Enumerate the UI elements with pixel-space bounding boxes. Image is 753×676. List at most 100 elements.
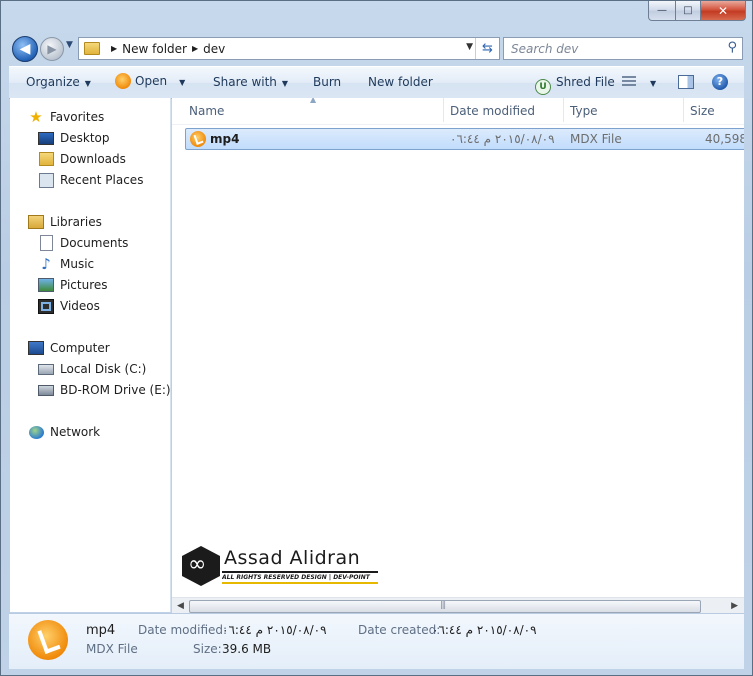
- local-disk-icon-wrap: [38, 361, 54, 377]
- shred-icon: U: [535, 79, 551, 95]
- grip-icon: |||: [440, 600, 446, 609]
- star-icon: ★: [29, 108, 43, 126]
- details-size: 39.6 MB: [222, 642, 272, 656]
- change-view-button[interactable]: ▼: [622, 75, 656, 89]
- videos-icon: [38, 298, 54, 314]
- help-icon: ?: [712, 74, 728, 90]
- chevron-down-icon: ▼: [66, 40, 73, 50]
- open-button[interactable]: Open ▼: [115, 73, 185, 89]
- file-list-pane: ▲ Name Date modified Type Size mp4 ٢٠١٥/…: [172, 98, 744, 612]
- preview-pane-icon: [678, 75, 694, 89]
- documents-icon-wrap: [38, 235, 54, 251]
- chevron-down-icon[interactable]: ▼: [179, 78, 185, 87]
- caption-buttons: — □ ✕: [648, 1, 746, 21]
- documents-icon: [39, 235, 53, 251]
- scroll-left-icon[interactable]: ◀: [177, 601, 184, 611]
- network-icon-wrap: [28, 424, 44, 440]
- details-date-created: ٢٠١٥/٠٨/٠٩ م ٠٦:٤٤: [432, 623, 537, 637]
- details-date-created-label: Date created:: [358, 623, 441, 637]
- help-button[interactable]: ?: [712, 74, 728, 90]
- breadcrumb-new-folder[interactable]: New folder: [122, 42, 187, 56]
- search-box[interactable]: Search dev ⚲: [503, 37, 743, 60]
- chevron-down-icon: ▼: [84, 79, 91, 88]
- maximize-button[interactable]: □: [676, 1, 701, 21]
- horizontal-scrollbar[interactable]: ◀ ||| ▶: [172, 597, 744, 614]
- details-date-modified-label: Date modified:: [138, 623, 228, 637]
- navigation-pane: ★ Favorites Desktop Downloads Recent Plac…: [10, 98, 171, 612]
- search-input[interactable]: Search dev: [511, 42, 578, 56]
- details-size-label: Size:: [193, 642, 222, 656]
- nav-item-documents[interactable]: Documents: [38, 233, 128, 253]
- nav-item-music[interactable]: ♪ Music: [38, 254, 94, 274]
- recent-pages-dropdown[interactable]: ▼: [66, 40, 73, 50]
- nav-item-recent-places[interactable]: Recent Places: [38, 170, 143, 190]
- nav-item-videos[interactable]: Videos: [38, 296, 100, 316]
- column-size[interactable]: Size: [690, 104, 715, 118]
- column-divider[interactable]: [683, 98, 684, 122]
- arrow-right-icon: ▶: [47, 42, 57, 56]
- nav-item-network[interactable]: Network: [28, 422, 100, 442]
- desktop-icon: [38, 131, 54, 145]
- navigation-bar: ◀ ▶ ▼ ▶ New folder ▶ dev ▼ ⇆ Search dev …: [9, 34, 744, 62]
- refresh-icon[interactable]: ⇆: [475, 38, 499, 59]
- scrollbar-thumb[interactable]: |||: [189, 600, 701, 613]
- nav-item-local-disk[interactable]: Local Disk (C:): [38, 359, 146, 379]
- column-name[interactable]: Name: [189, 104, 224, 118]
- vlc-file-icon: [190, 131, 206, 147]
- bd-rom-icon-wrap: [38, 382, 54, 398]
- organize-menu[interactable]: Organize ▼: [26, 75, 91, 89]
- vlc-icon: [115, 73, 131, 89]
- address-bar[interactable]: ▶ New folder ▶ dev ▼ ⇆: [78, 37, 500, 60]
- breadcrumb-separator-icon[interactable]: ▶: [111, 44, 117, 53]
- nav-item-bd-rom[interactable]: BD-ROM Drive (E:) ES: [38, 380, 170, 400]
- hard-disk-icon: [38, 363, 54, 375]
- column-date-modified[interactable]: Date modified: [450, 104, 535, 118]
- burn-button[interactable]: Burn: [313, 75, 341, 89]
- recent-places-icon: [38, 172, 54, 188]
- chevron-down-icon[interactable]: ▼: [650, 79, 656, 88]
- watermark-tagline: ALL RIGHTS RESERVED DESIGN | DEV-POINT: [222, 571, 378, 584]
- recent-places-icon-wrap: [38, 172, 54, 188]
- forward-button[interactable]: ▶: [40, 37, 64, 61]
- sort-ascending-icon: ▲: [310, 98, 317, 104]
- column-divider[interactable]: [563, 98, 564, 122]
- downloads-icon: [38, 152, 54, 166]
- preview-pane-button[interactable]: [678, 75, 694, 90]
- breadcrumb-dev[interactable]: dev: [203, 42, 225, 56]
- folder-icon: [84, 42, 100, 55]
- nav-item-libraries[interactable]: Libraries: [28, 212, 102, 232]
- file-type: MDX File: [570, 132, 622, 146]
- computer-icon: [28, 341, 44, 355]
- minimize-button[interactable]: —: [648, 1, 676, 21]
- share-with-menu[interactable]: Share with ▼: [213, 75, 288, 89]
- chevron-down-icon: ▼: [281, 79, 289, 88]
- shred-file-button[interactable]: U Shred File: [535, 75, 615, 95]
- file-size: 40,598 K: [705, 132, 744, 146]
- vlc-large-icon: [28, 620, 68, 660]
- address-history-dropdown-icon[interactable]: ▼: [466, 42, 473, 52]
- explorer-window: — □ ✕ ◀ ▶ ▼ ▶ New folder ▶ dev ▼ ⇆ Searc…: [0, 0, 753, 676]
- nav-item-desktop[interactable]: Desktop: [38, 128, 110, 148]
- close-button[interactable]: ✕: [701, 1, 746, 21]
- pictures-icon-wrap: [38, 277, 54, 293]
- new-folder-button[interactable]: New folder: [368, 75, 433, 89]
- nav-item-pictures[interactable]: Pictures: [38, 275, 108, 295]
- network-icon: [28, 425, 44, 439]
- libraries-icon-wrap: [28, 214, 44, 230]
- file-row[interactable]: mp4 ٢٠١٥/٠٨/٠٩ م ٠٦:٤٤ MDX File 40,598 K: [185, 128, 744, 150]
- nav-item-computer[interactable]: Computer: [28, 338, 110, 358]
- computer-icon-wrap: [28, 340, 44, 356]
- downloads-icon-wrap: [38, 151, 54, 167]
- nav-item-downloads[interactable]: Downloads: [38, 149, 126, 169]
- watermark-name: Assad Alidran: [224, 547, 361, 569]
- back-button[interactable]: ◀: [12, 36, 38, 62]
- nav-item-favorites[interactable]: ★ Favorites: [28, 107, 104, 127]
- breadcrumb-separator-icon[interactable]: ▶: [192, 44, 198, 53]
- column-divider[interactable]: [443, 98, 444, 122]
- column-type[interactable]: Type: [570, 104, 598, 118]
- search-icon[interactable]: ⚲: [727, 40, 737, 55]
- file-name: mp4: [210, 132, 240, 146]
- videos-icon-wrap: [38, 298, 54, 314]
- watermark: Assad Alidran ALL RIGHTS RESERVED DESIGN…: [182, 544, 382, 588]
- scroll-right-icon[interactable]: ▶: [731, 601, 738, 611]
